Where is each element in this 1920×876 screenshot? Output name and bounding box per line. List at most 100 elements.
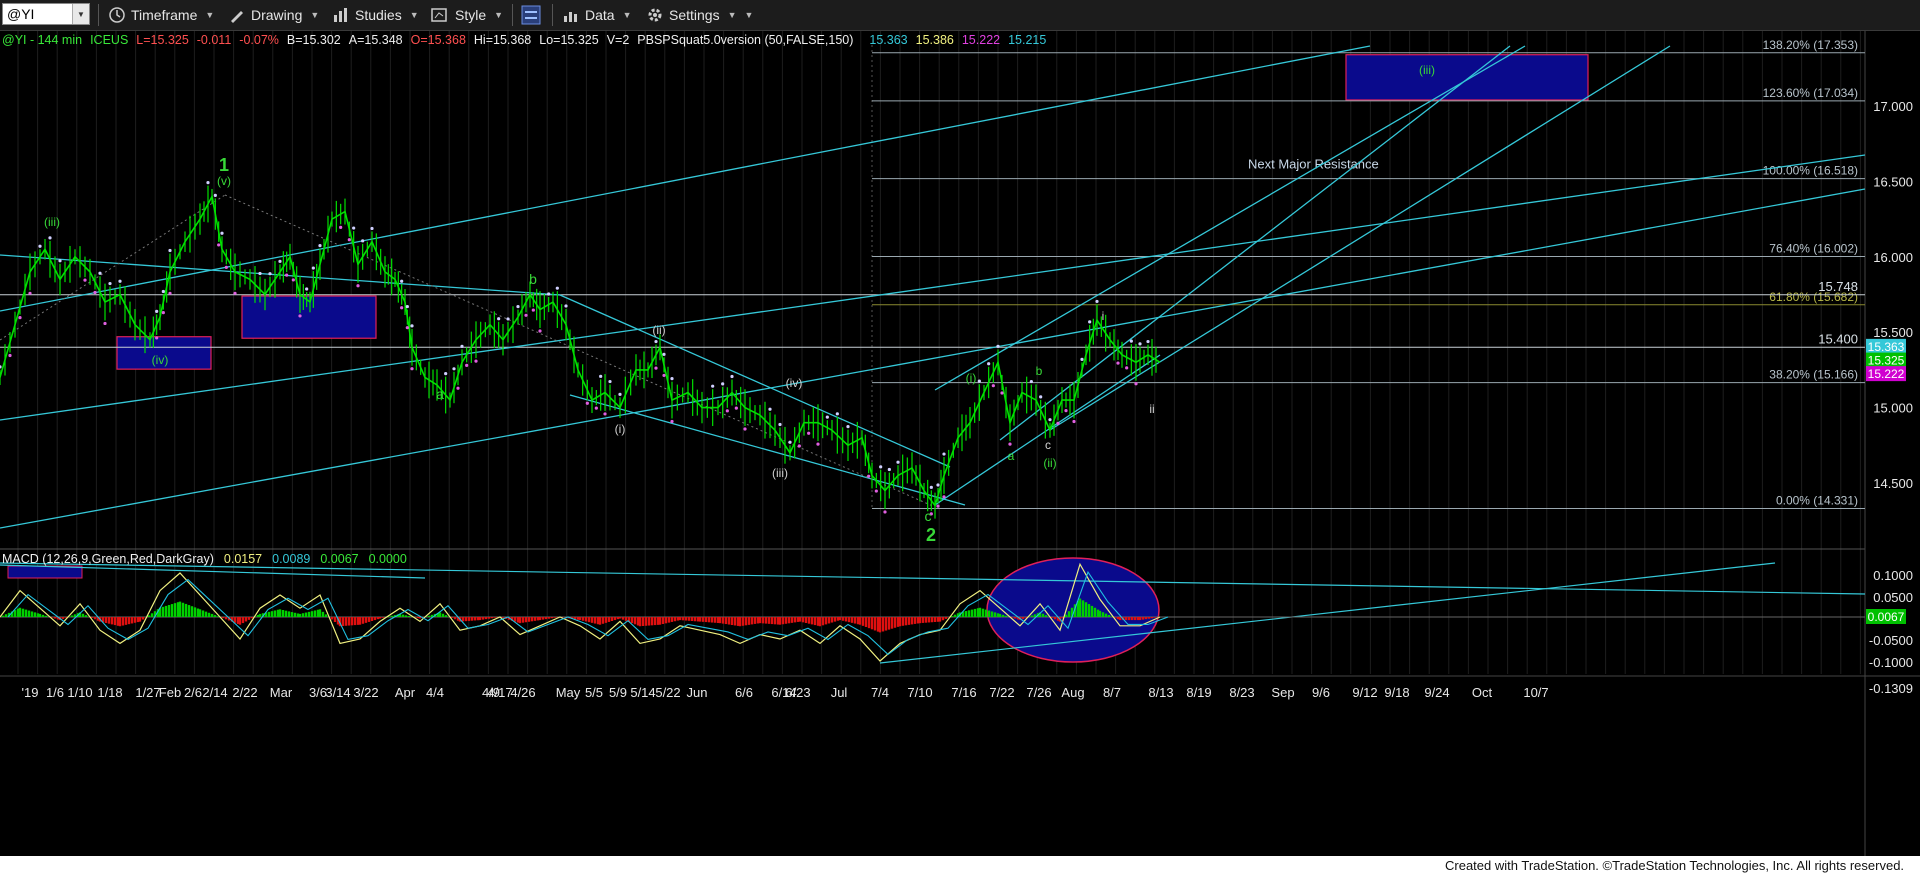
pivot-dot (599, 374, 603, 378)
settings-menu[interactable]: Settings ▼ ▼ (646, 4, 753, 26)
data-icon (564, 12, 577, 22)
pivot-dot (1064, 409, 1068, 413)
wave-label: c (1045, 438, 1051, 452)
pivot-dot (1000, 391, 1004, 395)
macd-tick-label: -0.0500 (1869, 633, 1913, 648)
pivot-dot (874, 489, 878, 493)
studies-menu[interactable]: Studies ▼ (332, 4, 419, 26)
pivot-dot (217, 243, 221, 247)
pivot-dot (155, 336, 159, 340)
target-box (7, 565, 83, 579)
pivot-dot (711, 384, 715, 388)
header-field: -0.07% (239, 33, 279, 47)
price-tag-label: 15.325 (1868, 354, 1905, 368)
chevron-down-icon: ▼ (409, 10, 419, 20)
trend-channels (0, 45, 1866, 664)
pivot-dot (887, 467, 891, 472)
time-tick-label: 9/12 (1352, 685, 1377, 700)
pivot-dot (452, 367, 456, 371)
time-tick-label: Oct (1472, 685, 1493, 700)
pivot-dot (977, 379, 981, 383)
header-field: @YI - 144 min (2, 33, 82, 47)
time-axis: '19 1/6 1/10 1/18 1/27Feb 2/6 2/14 2/22 Mar 3/63/… (0, 675, 1920, 700)
pivot-dot (825, 415, 829, 419)
time-tick-label: May (556, 685, 581, 700)
time-tick-label: 1/6 (46, 685, 64, 700)
pivot-dot (538, 329, 542, 333)
wave-label: 2 (926, 525, 936, 545)
pivot-dot (48, 236, 52, 240)
drawing-label: Drawing (251, 7, 303, 23)
time-tick-label: Apr (395, 685, 416, 700)
trend-line (0, 154, 1866, 421)
drawing-menu[interactable]: Drawing ▼ (228, 4, 319, 26)
pivot-dot (662, 373, 666, 378)
style-label: Style (455, 7, 487, 23)
pivot-dot (936, 483, 940, 487)
toolbar: @YI ▼ Timeframe ▼ Drawing ▼ Studies ▼ St… (0, 0, 1920, 31)
pivot-dot (734, 406, 738, 410)
pivot-dot (410, 324, 414, 328)
symbol-input[interactable]: @YI ▼ (2, 3, 90, 25)
pivot-dot (778, 422, 782, 427)
pivot-dot (1095, 299, 1099, 304)
pivot-dot (305, 287, 309, 291)
level-label: 15.400 (1818, 331, 1858, 346)
pivot-dot (474, 359, 478, 363)
pivot-dot (1129, 339, 1133, 343)
timeframe-menu[interactable]: Timeframe ▼ (108, 4, 214, 26)
wave-label: (iv) (152, 353, 169, 367)
macd-header-field: 0.0157 (224, 552, 262, 566)
wave-label: a (436, 386, 444, 402)
header-field: 15.215 (1008, 33, 1046, 47)
pivot-dot (168, 291, 172, 295)
toolbar-divider (512, 4, 513, 26)
header-field: 15.222 (962, 33, 1000, 47)
wave-label: (ii) (1043, 456, 1056, 470)
pivot-dot (807, 431, 811, 435)
pivot-dot (28, 291, 32, 295)
chevron-down-icon: ▼ (727, 10, 737, 20)
price-axis: 17.000 16.500 16.000 15.500 15.000 14.500 15.3… (1866, 99, 1913, 696)
pivot-dot (991, 384, 995, 388)
price-chart[interactable]: 138.20% (17.353) 123.60% (17.034) 100.00% … (0, 31, 1920, 856)
pivot-dot (942, 452, 946, 456)
macd-header-field: MACD (12,26,9,Green,Red,DarkGray) (2, 552, 214, 566)
pivot-dot (18, 316, 22, 320)
pivot-dot (224, 265, 228, 269)
data-menu[interactable]: Data ▼ (562, 4, 632, 26)
pivot-dot (846, 425, 850, 429)
macd-header-field: 0.0067 (320, 552, 358, 566)
style-menu[interactable]: Style ▼ (430, 4, 503, 26)
chevron-down-icon: ▼ (494, 10, 504, 20)
time-tick-label: 2/6 (184, 685, 202, 700)
macd-header-field: 0.0089 (272, 552, 310, 566)
header-field: L=15.325 (136, 33, 189, 47)
macd-tag-label: 0.0067 (1868, 610, 1905, 624)
header-field: ICEUS (90, 33, 128, 47)
layout-button[interactable] (520, 4, 542, 26)
pivot-dot (564, 304, 568, 308)
pivot-dot (400, 279, 404, 283)
price-tick-label: 15.000 (1873, 401, 1913, 416)
wave-label: ii (1149, 402, 1154, 416)
chevron-down-icon[interactable]: ▼ (72, 4, 89, 24)
time-tick-label: 7/4 (871, 685, 889, 700)
pivot-dot (370, 226, 374, 231)
header-field: O=15.368 (411, 33, 466, 47)
pivot-dot (0, 365, 2, 369)
header-field: B=15.302 (287, 33, 341, 47)
pivot-dot (1048, 418, 1052, 422)
pivot-dot (8, 353, 12, 358)
time-tick-label: 10/7 (1523, 685, 1548, 700)
trend-line (1049, 45, 1671, 431)
studies-label: Studies (355, 7, 402, 23)
pivot-dot (405, 304, 409, 309)
studies-icon (334, 8, 347, 22)
wave-label: (iii) (1419, 63, 1435, 77)
pivot-dot (460, 344, 464, 348)
price-tick-label: 14.500 (1873, 476, 1913, 491)
wave-label: i (1102, 309, 1105, 323)
pivot-dot (220, 231, 224, 235)
pivot-dot (161, 310, 165, 315)
